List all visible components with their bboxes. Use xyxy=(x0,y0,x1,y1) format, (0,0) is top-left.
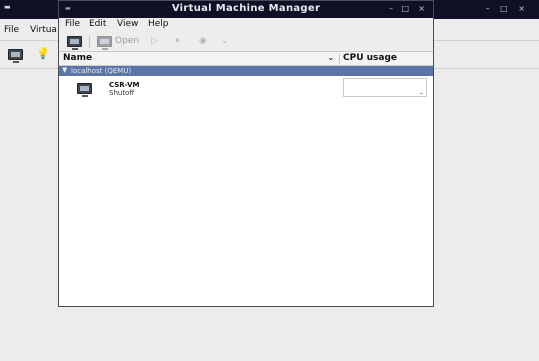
vm-monitor-icon xyxy=(77,83,92,97)
vm-state: Shutoff xyxy=(109,89,135,97)
menu-edit[interactable]: Edit xyxy=(89,19,106,29)
name-column-header[interactable]: Name xyxy=(63,53,92,63)
background-lightbulb-icon[interactable]: 💡 xyxy=(36,47,50,60)
connection-row[interactable]: ▼ localhost (QEMU) xyxy=(59,66,433,76)
column-chevron-down-icon[interactable]: ⌄ xyxy=(327,53,335,63)
vm-row[interactable]: CSR-VM Shutoff xyxy=(59,76,433,100)
virtual-machine-manager-window: ▬ Virtual Machine Manager – □ × File Edi… xyxy=(58,0,434,307)
vm-name: CSR-VM xyxy=(109,81,140,89)
play-icon[interactable]: ▷ xyxy=(151,36,158,46)
chevron-down-icon[interactable]: ⌄ xyxy=(221,36,229,46)
background-menu-virtual[interactable]: Virtua xyxy=(30,25,57,35)
cpu-usage-column-header[interactable]: CPU usage xyxy=(343,53,397,63)
column-separator xyxy=(339,54,340,64)
toolbar: Open ▷ ⏸ ◉ ⌄ xyxy=(59,32,433,52)
minimize-button[interactable]: – xyxy=(389,4,393,13)
list-header: Name ⌄ CPU usage xyxy=(59,52,433,66)
maximize-button[interactable]: □ xyxy=(401,4,409,13)
background-menu-file[interactable]: File xyxy=(4,25,19,35)
menubar: File Edit View Help xyxy=(59,18,433,32)
background-window-app-icon: ▬ xyxy=(4,3,11,11)
close-button[interactable]: × xyxy=(418,4,425,13)
open-button-label[interactable]: Open xyxy=(115,36,139,46)
window-titlebar[interactable]: ▬ Virtual Machine Manager – □ × xyxy=(59,1,433,18)
window-title: Virtual Machine Manager xyxy=(171,3,321,14)
connection-label: localhost (QEMU) xyxy=(71,67,132,75)
background-monitor-icon[interactable] xyxy=(8,49,23,63)
cpu-usage-graph xyxy=(343,78,427,97)
expand-triangle-icon[interactable]: ▼ xyxy=(62,66,67,74)
background-window-controls[interactable]: – □ × xyxy=(486,4,529,13)
open-icon[interactable] xyxy=(97,36,112,50)
menu-file[interactable]: File xyxy=(65,19,80,29)
power-icon[interactable]: ◉ xyxy=(199,36,207,46)
new-vm-icon[interactable] xyxy=(67,36,82,50)
menu-help[interactable]: Help xyxy=(148,19,169,29)
toolbar-separator xyxy=(89,36,90,48)
pause-icon[interactable]: ⏸ xyxy=(175,36,180,46)
menu-view[interactable]: View xyxy=(117,19,138,29)
